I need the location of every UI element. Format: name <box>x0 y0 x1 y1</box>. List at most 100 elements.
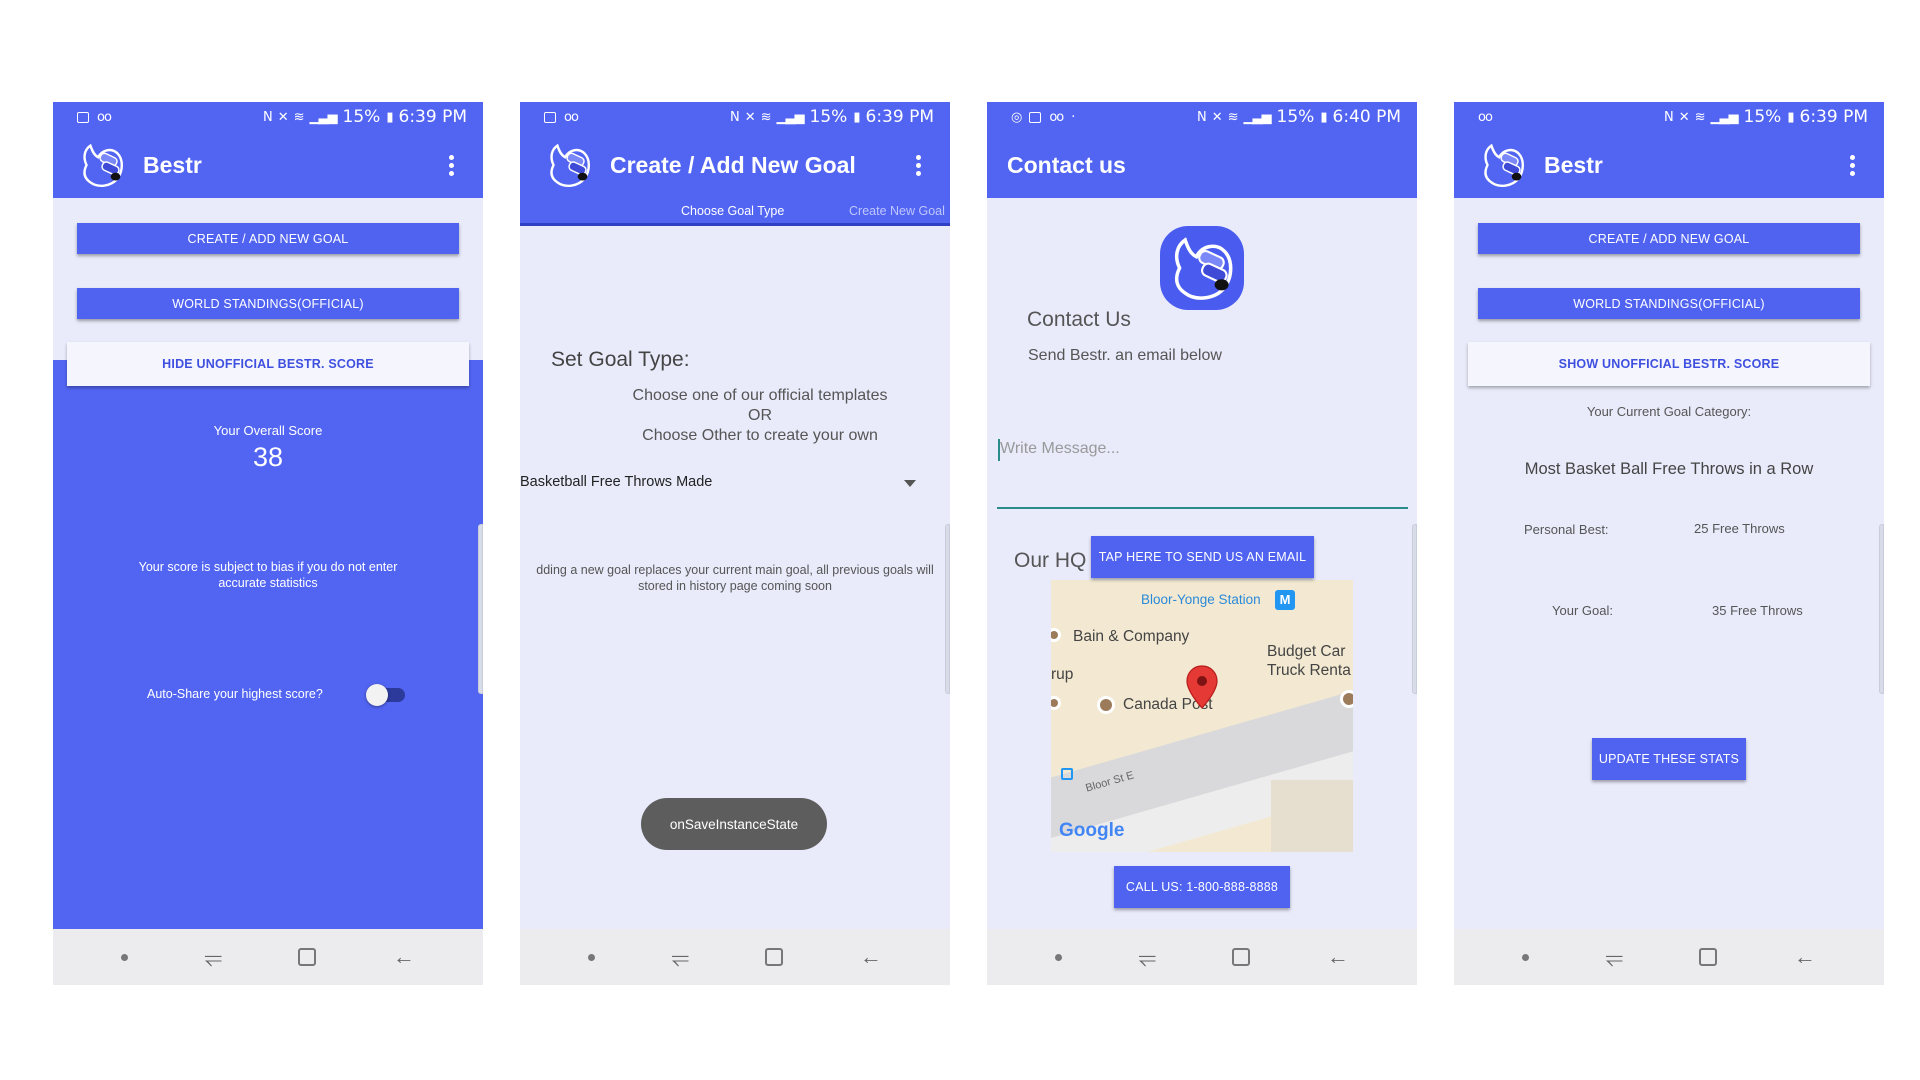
thumbs-up-logo <box>540 136 598 194</box>
instruction-1: Choose one of our official templates <box>632 387 888 404</box>
nav-dot-icon[interactable] <box>1522 953 1530 961</box>
update-stats-button[interactable]: UPDATE THESE STATS <box>1592 738 1746 780</box>
battery-icon: ▮ <box>1320 109 1327 125</box>
poi-icon <box>1340 690 1353 708</box>
tab-create-new-goal[interactable]: Create New Goal <box>849 204 945 218</box>
signal-icon: ▁▃▅ <box>776 109 805 125</box>
kebab-menu-icon[interactable] <box>906 154 930 176</box>
home-icon[interactable] <box>1232 948 1251 966</box>
app-title: Create / Add New Goal <box>610 151 856 178</box>
nfc-icon: N <box>263 109 273 125</box>
back-icon[interactable]: ← <box>1794 944 1816 970</box>
mail-poi-icon <box>1097 696 1115 714</box>
clock: 6:39 PM <box>398 107 468 127</box>
phone-screen-contact: ◎ oo · N ✕ ≋ ▁▃▅ 15% ▮ 6:40 PM Contact us … <box>987 102 1417 985</box>
signal-icon: ▁▃▅ <box>1710 109 1739 125</box>
home-icon[interactable] <box>1699 948 1718 966</box>
edge-panel-handle[interactable] <box>478 524 483 694</box>
home-icon[interactable] <box>298 948 317 966</box>
nav-dot-icon[interactable] <box>588 953 596 961</box>
map-arup-label: rup <box>1051 666 1074 683</box>
thumbs-up-logo <box>1160 226 1244 310</box>
goal-type-select[interactable]: Basketball Free Throws Made <box>520 474 712 490</box>
battery-text: 15% <box>342 107 381 127</box>
tab-choose-goal-type[interactable]: Choose Goal Type <box>681 204 784 218</box>
nfc-icon: N <box>730 109 740 125</box>
send-email-button[interactable]: TAP HERE TO SEND US AN EMAIL <box>1091 536 1314 578</box>
bias-note: Your score is subject to bias if you do … <box>138 560 398 590</box>
map-budget-label: Budget Car <box>1267 643 1346 660</box>
goal-label: Your Goal: <box>1552 603 1613 618</box>
wifi-icon: ≋ <box>760 109 772 125</box>
voicemail-icon: oo <box>97 109 112 125</box>
mute-icon: ✕ <box>277 109 289 125</box>
toast-message: onSaveInstanceState <box>641 798 827 850</box>
status-bar: ◎ oo · N ✕ ≋ ▁▃▅ 15% ▮ 6:40 PM <box>987 102 1417 132</box>
recents-icon[interactable]: ⥫ <box>205 944 223 970</box>
home-icon[interactable] <box>765 948 784 966</box>
phone-screen-create-goal: oo N ✕ ≋ ▁▃▅ 15% ▮ 6:39 PM Create / Add … <box>520 102 950 985</box>
world-standings-button[interactable]: WORLD STANDINGS(OFFICIAL) <box>1478 288 1860 319</box>
personal-best-label: Personal Best: <box>1524 522 1609 537</box>
app-bar: Contact us <box>987 132 1417 198</box>
map-station-label: Bloor-Yonge Station <box>1141 592 1261 607</box>
account-icon: ◎ <box>1011 109 1022 125</box>
chevron-down-icon[interactable] <box>904 480 916 487</box>
tab-bar: Choose Goal Type Create New Goal <box>520 198 950 226</box>
edge-panel-handle[interactable] <box>945 524 950 694</box>
edge-panel-handle[interactable] <box>1879 524 1884 694</box>
map-budget-label-2: Truck Renta <box>1267 662 1351 679</box>
nfc-icon: N <box>1664 109 1674 125</box>
voicemail-icon: oo <box>1478 109 1493 125</box>
back-icon[interactable]: ← <box>1327 944 1349 970</box>
goal-category-label: Your Current Goal Category: <box>1586 404 1752 419</box>
nav-bar: ⥫ ← <box>1454 929 1884 985</box>
call-us-button[interactable]: CALL US: 1-800-888-8888 <box>1114 866 1290 908</box>
back-icon[interactable]: ← <box>860 944 882 970</box>
screenshot-stage: oo N ✕ ≋ ▁▃▅ 15% ▮ 6:39 PM Bestr CREATE … <box>0 0 1920 1080</box>
back-icon[interactable]: ← <box>393 944 415 970</box>
dot-icon: · <box>1071 109 1075 125</box>
clock: 6:39 PM <box>1799 107 1869 127</box>
nav-dot-icon[interactable] <box>1055 953 1063 961</box>
clock: 6:39 PM <box>865 107 935 127</box>
poi-icon <box>1051 628 1061 642</box>
thumbs-up-logo <box>73 136 131 194</box>
app-bar: Bestr <box>53 132 483 198</box>
mute-icon: ✕ <box>1211 109 1223 125</box>
show-score-button[interactable]: SHOW UNOFFICIAL BESTR. SCORE <box>1468 342 1870 386</box>
autoshare-toggle-knob[interactable] <box>366 684 388 706</box>
battery-text: 15% <box>1743 107 1782 127</box>
recents-icon[interactable]: ⥫ <box>672 944 690 970</box>
voicemail-icon: oo <box>564 109 579 125</box>
nfc-icon: N <box>1197 109 1207 125</box>
battery-icon: ▮ <box>386 109 393 125</box>
app-title: Bestr <box>1544 151 1603 178</box>
recents-icon[interactable]: ⥫ <box>1606 944 1624 970</box>
nav-dot-icon[interactable] <box>121 953 129 961</box>
kebab-menu-icon[interactable] <box>439 154 463 176</box>
create-goal-button[interactable]: CREATE / ADD NEW GOAL <box>1478 223 1860 254</box>
status-bar: oo N ✕ ≋ ▁▃▅ 15% ▮ 6:39 PM <box>1454 102 1884 132</box>
recents-icon[interactable]: ⥫ <box>1139 944 1157 970</box>
mute-icon: ✕ <box>744 109 756 125</box>
app-title: Contact us <box>1007 151 1126 178</box>
google-logo: Google <box>1059 820 1125 841</box>
battery-text: 15% <box>809 107 848 127</box>
wifi-icon: ≋ <box>1227 109 1239 125</box>
hide-score-button[interactable]: HIDE UNOFFICIAL BESTR. SCORE <box>67 342 469 386</box>
world-standings-button[interactable]: WORLD STANDINGS(OFFICIAL) <box>77 288 459 319</box>
status-bar: oo N ✕ ≋ ▁▃▅ 15% ▮ 6:39 PM <box>520 102 950 132</box>
message-input-underline <box>997 507 1408 509</box>
score-label: Your Overall Score <box>213 423 323 438</box>
personal-best-value: 25 Free Throws <box>1694 521 1785 536</box>
create-goal-button[interactable]: CREATE / ADD NEW GOAL <box>77 223 459 254</box>
kebab-menu-icon[interactable] <box>1840 154 1864 176</box>
edge-panel-handle[interactable] <box>1412 524 1417 694</box>
message-input[interactable]: Write Message... <box>1000 440 1120 458</box>
battery-text: 15% <box>1276 107 1315 127</box>
hq-map[interactable]: Bloor-Yonge Station M Bain & Company Bud… <box>1051 580 1353 852</box>
image-icon <box>77 111 89 123</box>
goal-category-value: Most Basket Ball Free Throws in a Row <box>1524 460 1814 478</box>
poi-icon <box>1051 696 1061 710</box>
